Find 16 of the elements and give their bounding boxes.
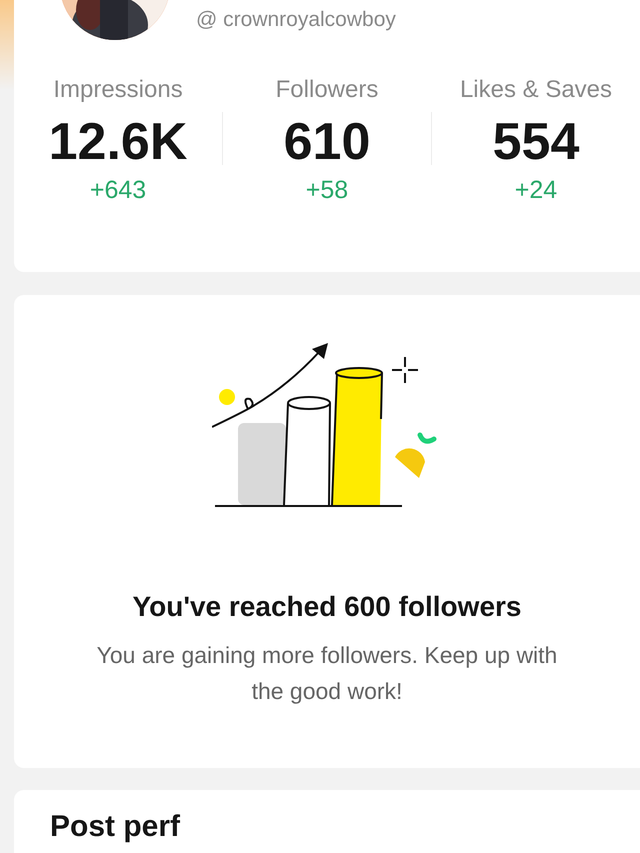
stat-label: Likes & Saves bbox=[460, 76, 612, 104]
milestone-title: You've reached 600 followers bbox=[132, 591, 522, 623]
stat-value: 610 bbox=[284, 112, 370, 172]
milestone-message: You are gaining more followers. Keep up with the good work! bbox=[96, 641, 558, 706]
stat-change: +643 bbox=[90, 176, 146, 205]
stat-label: Followers bbox=[276, 76, 378, 104]
section-title: Post perf bbox=[50, 810, 182, 844]
sparkle-icon bbox=[391, 356, 419, 384]
dot-icon bbox=[219, 389, 235, 405]
arc-icon bbox=[418, 432, 436, 444]
username: @ crownroyalcowboy bbox=[196, 8, 396, 32]
stat-value: 554 bbox=[492, 112, 580, 172]
stat-label: Impressions bbox=[53, 76, 183, 104]
stat-change: +24 bbox=[514, 176, 558, 205]
stat-value: 12.6K bbox=[48, 112, 188, 172]
stat-change: +58 bbox=[306, 176, 348, 205]
